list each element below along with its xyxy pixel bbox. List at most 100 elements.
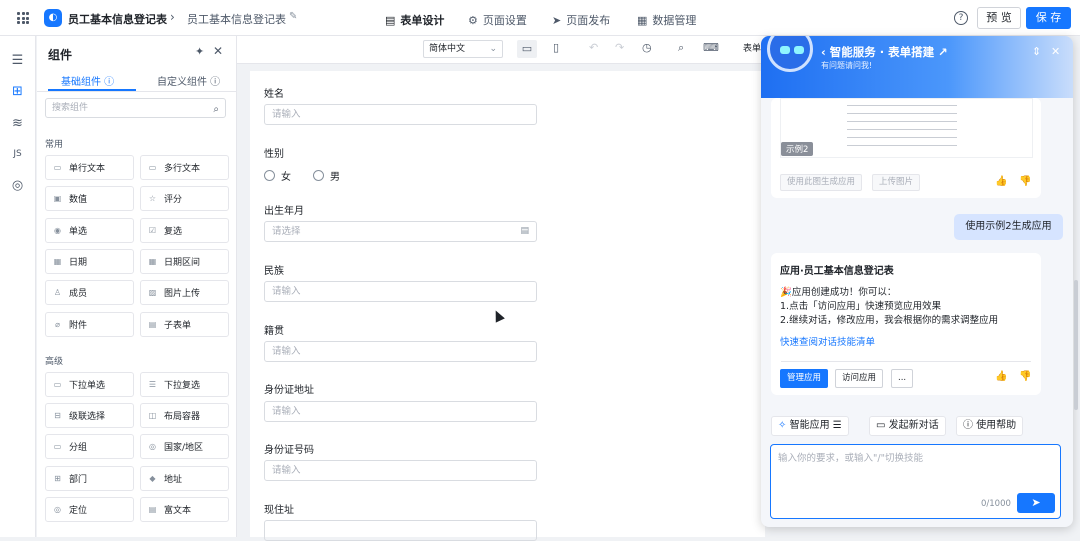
- desktop-view-icon[interactable]: ▭: [517, 40, 537, 58]
- pin-icon[interactable]: ⇕: [1032, 45, 1041, 58]
- outline-icon[interactable]: ☰: [10, 53, 25, 68]
- number-icon: ▣: [53, 194, 62, 203]
- thumbs-up-icon[interactable]: 👍: [995, 371, 1007, 382]
- close-icon[interactable]: ✕: [1051, 45, 1060, 58]
- mobile-view-icon[interactable]: ▯: [553, 41, 559, 54]
- more-button[interactable]: ...: [891, 369, 914, 388]
- comp-radio[interactable]: ◉ 单选: [45, 218, 134, 243]
- tab-basic-components[interactable]: 基础组件 ⓘ: [61, 73, 114, 88]
- pin-icon[interactable]: ✦: [195, 45, 204, 58]
- thumbs-up-icon[interactable]: 👍: [995, 176, 1007, 187]
- language-select[interactable]: 简体中文 ⌄: [423, 40, 503, 58]
- id-number-input[interactable]: 请输入: [264, 460, 537, 481]
- tab-form-design[interactable]: ▤ 表单设计: [385, 12, 444, 28]
- js-icon[interactable]: JS: [10, 147, 25, 162]
- divider: [781, 361, 1031, 362]
- visit-app-button[interactable]: 访问应用: [835, 369, 884, 388]
- comp-image-upload[interactable]: ▨ 图片上传: [140, 280, 229, 305]
- location-pin-icon: ◎: [54, 505, 61, 514]
- form-settings-label[interactable]: 表单: [743, 41, 761, 54]
- ai-assistant-panel: ‹ 智能服务 · 表单搭建 ↗ 有问题请问我! ⇕ ✕ 示例2 使用此图生成应用…: [761, 36, 1073, 527]
- section-advanced: 高级: [45, 357, 64, 367]
- history-icon[interactable]: ◷: [642, 41, 652, 54]
- comp-dropdown-multi[interactable]: ☰ 下拉复选: [140, 372, 229, 397]
- tab-data-manage[interactable]: ▦ 数据管理: [637, 12, 696, 28]
- thumbs-down-icon[interactable]: 👎: [1019, 176, 1031, 187]
- components-icon[interactable]: ⊞: [10, 84, 25, 99]
- upload-image-button[interactable]: 上传图片: [872, 174, 921, 191]
- chat-input[interactable]: 输入你的要求，或输入"/"切换技能 0/1000 ➤: [770, 444, 1061, 519]
- birth-date-picker[interactable]: 请选择 ▤: [264, 221, 537, 242]
- help-icon[interactable]: ?: [954, 11, 968, 25]
- tab-page-publish[interactable]: ➤ 页面发布: [552, 12, 610, 28]
- thumbs-down-icon[interactable]: 👎: [1019, 371, 1031, 382]
- ethnicity-input[interactable]: 请输入: [264, 281, 537, 302]
- comp-subform[interactable]: ▤ 子表单: [140, 312, 229, 337]
- scrollbar[interactable]: [1074, 280, 1078, 410]
- apps-grid-icon[interactable]: [17, 12, 29, 24]
- native-place-input[interactable]: 请输入: [264, 341, 537, 362]
- app-name[interactable]: 员工基本信息登记表: [68, 11, 167, 27]
- textarea-icon: ▭: [148, 163, 157, 172]
- database-icon[interactable]: ≋: [10, 116, 25, 131]
- comp-location[interactable]: ◎ 定位: [45, 497, 134, 522]
- comp-single-line-text[interactable]: ▭ 单行文本: [45, 155, 134, 180]
- comp-date[interactable]: ▦ 日期: [45, 249, 134, 274]
- comp-date-range[interactable]: ▦ 日期区间: [140, 249, 229, 274]
- table-icon: ▦: [637, 13, 648, 27]
- comp-address[interactable]: ◆ 地址: [140, 466, 229, 491]
- comp-layout[interactable]: ◫ 布局容器: [140, 403, 229, 428]
- close-icon[interactable]: ✕: [213, 44, 223, 58]
- tab-page-settings[interactable]: ⚙ 页面设置: [468, 12, 527, 28]
- user-message: 使用示例2生成应用: [954, 214, 1063, 240]
- preview-button[interactable]: 预 览: [977, 7, 1021, 29]
- comp-checkbox[interactable]: ☑ 复选: [140, 218, 229, 243]
- calendar-icon: ▤: [520, 226, 529, 236]
- gender-radio-female[interactable]: 女: [264, 168, 291, 183]
- map-icon: ◆: [149, 474, 156, 483]
- help-button[interactable]: ⓘ 使用帮助: [956, 416, 1024, 436]
- comp-rich-text[interactable]: ▤ 富文本: [140, 497, 229, 522]
- gender-radio-male[interactable]: 男: [313, 168, 340, 183]
- field-label-current-address: 现住址: [264, 505, 294, 516]
- save-button[interactable]: 保 存: [1026, 7, 1071, 29]
- keyboard-icon[interactable]: ⌨: [703, 41, 719, 54]
- redo-icon[interactable]: ↷: [615, 41, 624, 54]
- help-icon: ⓘ: [963, 420, 973, 431]
- comp-multi-line-text[interactable]: ▭ 多行文本: [140, 155, 229, 180]
- smart-app-button[interactable]: ✧ 智能应用 ☰: [771, 416, 849, 436]
- comp-department[interactable]: ⊞ 部门: [45, 466, 134, 491]
- comp-cascade[interactable]: ⊟ 级联选择: [45, 403, 134, 428]
- tab-custom-components[interactable]: 自定义组件 ⓘ: [157, 73, 220, 88]
- skill-list-link[interactable]: 快速查阅对话技能清单: [780, 334, 875, 348]
- chat-title[interactable]: ‹ 智能服务 · 表单搭建 ↗: [821, 44, 948, 60]
- manage-app-button[interactable]: 管理应用: [780, 369, 829, 388]
- example-tag: 示例2: [781, 142, 814, 156]
- comp-dropdown-single[interactable]: ▭ 下拉单选: [45, 372, 134, 397]
- field-label-native-place: 籍贯: [264, 326, 284, 337]
- comp-rating[interactable]: ☆ 评分: [140, 186, 229, 211]
- edit-icon[interactable]: ✎: [289, 11, 297, 22]
- breadcrumb[interactable]: 员工基本信息登记表: [187, 11, 286, 27]
- comp-member[interactable]: ♙ 成员: [45, 280, 134, 305]
- id-address-input[interactable]: 请输入: [264, 401, 537, 422]
- name-input[interactable]: 请输入: [264, 104, 537, 125]
- user-icon: ♙: [53, 288, 62, 297]
- app-logo-icon: ◐: [44, 9, 62, 27]
- new-chat-button[interactable]: ▭ 发起新对话: [869, 416, 946, 436]
- comp-group[interactable]: ▭ 分组: [45, 434, 134, 459]
- robot-avatar-icon: [767, 36, 813, 72]
- current-address-input[interactable]: [264, 520, 537, 541]
- sparkle-icon: ✧: [778, 420, 787, 431]
- comp-country[interactable]: ◎ 国家/地区: [140, 434, 229, 459]
- globe-icon[interactable]: ◎: [10, 178, 25, 193]
- example-image[interactable]: [780, 98, 1033, 158]
- field-label-birth: 出生年月: [264, 206, 304, 217]
- send-button[interactable]: ➤: [1017, 493, 1055, 513]
- undo-icon[interactable]: ↶: [589, 41, 598, 54]
- comp-number[interactable]: ▣ 数值: [45, 186, 134, 211]
- comp-attachment[interactable]: ⌀ 附件: [45, 312, 134, 337]
- search-icon[interactable]: ⌕: [678, 41, 684, 55]
- component-search-input[interactable]: 搜索组件 ⌕: [45, 98, 226, 118]
- use-image-generate-button[interactable]: 使用此图生成应用: [780, 174, 863, 191]
